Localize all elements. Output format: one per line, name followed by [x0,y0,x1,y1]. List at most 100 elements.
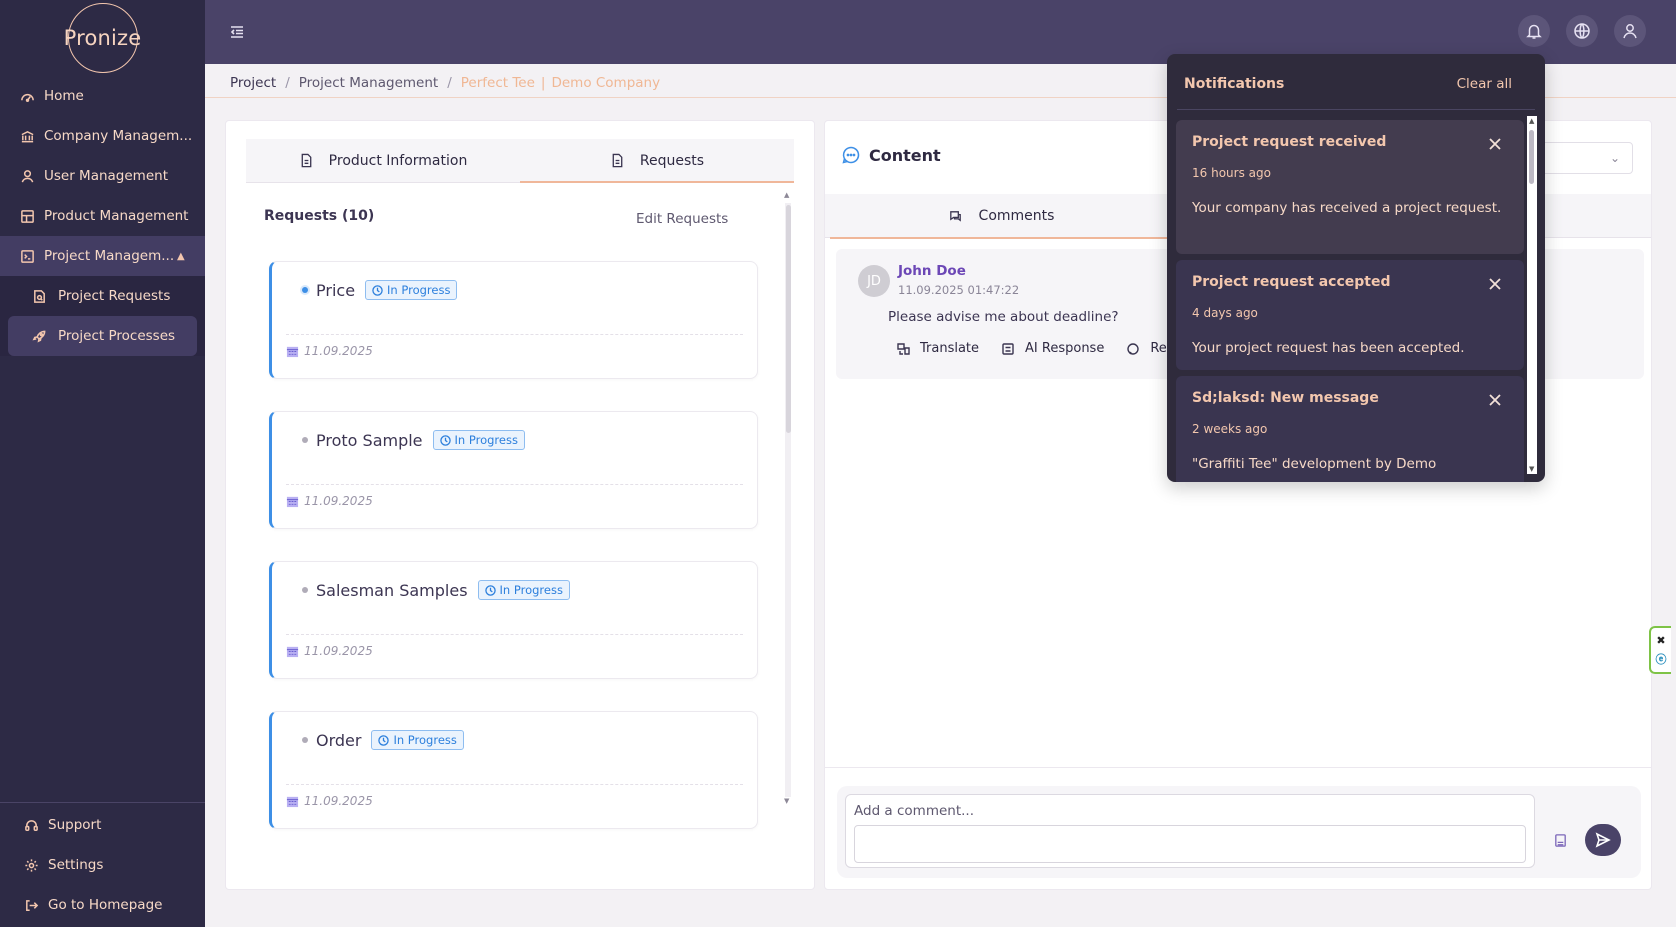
request-card[interactable]: Price In Progress 11.09.2025 [269,261,758,379]
clear-all-button[interactable]: Clear all [1457,76,1512,92]
request-title-row: Price In Progress [302,280,458,300]
grid-icon [20,209,35,224]
profile-button[interactable] [1614,15,1646,47]
edit-requests-button[interactable]: Edit Requests [636,211,728,227]
translate-button[interactable]: Translate [896,341,979,356]
scroll-up-arrow[interactable]: ▲ [1529,117,1534,125]
notifications-divider [1177,109,1535,110]
sidebar-item-user-management[interactable]: User Management [0,156,205,196]
menu-toggle-button[interactable] [227,22,247,42]
logo[interactable]: Pronize [0,0,205,76]
close-icon[interactable] [1488,276,1504,292]
sidebar-item-label: User Management [44,168,168,184]
terminal-icon [20,249,35,264]
sidebar-item-home[interactable]: Home [0,76,205,116]
calendar-icon [286,796,299,807]
tab-comments[interactable]: Comments [830,194,1172,239]
status-label: In Progress [387,283,451,297]
notification-body: Your company has received a project requ… [1192,200,1502,216]
card-divider [286,784,743,785]
breadcrumb-project-management[interactable]: Project Management [299,75,438,91]
tab-requests[interactable]: Requests [520,139,794,183]
clock-icon [439,434,451,446]
scroll-down-arrow[interactable]: ▼ [1529,465,1534,473]
sidebar-item-go-to-homepage[interactable]: Go to Homepage [0,885,205,925]
gear-icon [24,858,39,873]
calendar-icon [286,346,299,357]
action-label: Re [1150,341,1167,356]
close-circle-icon[interactable]: ✖ [1656,634,1665,647]
sidebar-item-project-requests[interactable]: Project Requests [8,276,197,316]
scroll-thumb[interactable] [1529,130,1534,184]
tab-label: Product Information [328,152,468,169]
chevron-up-icon[interactable]: ▲ [177,251,189,262]
breadcrumb-company: Demo Company [551,75,661,91]
comment-timestamp: 11.09.2025 01:47:22 [898,283,1020,297]
bell-icon [1526,24,1542,39]
reply-button[interactable]: Re [1126,341,1167,356]
breadcrumb-project[interactable]: Project [230,75,276,91]
sidebar-item-product-management[interactable]: Product Management [0,196,205,236]
scroll-thumb[interactable] [786,205,791,433]
tab-product-information[interactable]: Product Information [246,139,520,182]
request-date: 11.09.2025 [286,644,373,658]
dashboard-icon [20,89,35,104]
comment-author[interactable]: John Doe [898,263,966,279]
reply-icon [1127,342,1140,355]
notification-item[interactable]: Sd;laksd: New message 2 weeks ago "Graff… [1176,376,1524,482]
sidebar-footer: Support Settings Go to Homepage [0,802,205,927]
card-divider [286,484,743,485]
close-icon[interactable] [1488,136,1504,152]
close-icon[interactable] [1488,392,1504,408]
sidebar-item-company-management[interactable]: Company Managem... [0,116,205,156]
date-label: 11.09.2025 [304,794,373,808]
request-card[interactable]: Proto Sample In Progress 11.09.2025 [269,411,758,529]
translate-icon [897,342,910,355]
sidebar-nav: Home Company Managem... User Management … [0,76,205,356]
request-title-row: Proto Sample In Progress [302,430,525,450]
bank-icon [20,129,35,144]
breadcrumb-separator: / [447,75,452,91]
template-button[interactable] [1548,828,1572,852]
scroll-up-arrow[interactable]: ▲ [784,191,789,199]
sidebar-item-label: Home [44,88,84,104]
requests-list: Requests (10) Edit Requests Price In Pro… [246,193,802,883]
composer-box: Add a comment... [837,786,1641,878]
sidebar-item-label: Settings [48,857,104,873]
rocket-icon [32,329,47,344]
notifications-dropdown: Notifications Clear all Project request … [1167,54,1545,482]
request-card[interactable]: Salesman Samples In Progress 11.09.2025 [269,561,758,679]
sidebar-item-project-processes[interactable]: Project Processes [8,316,197,356]
notifications-scrollbar[interactable]: ▲ ▼ [1527,116,1537,474]
extension-widget[interactable]: ✖ ⓔ [1649,626,1671,674]
notifications-button[interactable] [1518,15,1550,47]
requests-scrollbar[interactable]: ▲ ▼ [783,191,793,809]
request-card[interactable]: Order In Progress 11.09.2025 [269,711,758,829]
action-label: Translate [920,341,980,356]
document-icon [301,153,312,168]
extension-logo-icon[interactable]: ⓔ [1656,653,1667,666]
scroll-down-arrow[interactable]: ▼ [784,797,789,805]
sidebar-item-label: Support [48,817,102,833]
status-badge: In Progress [365,280,458,300]
request-title-row: Order In Progress [302,730,464,750]
logout-icon [24,898,39,913]
inactive-dot [302,437,308,443]
send-icon [1595,832,1611,848]
comment-input[interactable] [854,825,1526,863]
clock-icon [484,584,496,596]
date-label: 11.09.2025 [304,344,373,358]
comments-icon [949,210,961,222]
globe-icon [1574,23,1590,39]
send-button[interactable] [1585,824,1621,856]
ai-response-button[interactable]: AI Response [1001,341,1104,356]
calendar-icon [286,496,299,507]
sidebar-item-settings[interactable]: Settings [0,845,205,885]
notification-item[interactable]: Project request received 16 hours ago Yo… [1176,120,1524,254]
sidebar-item-support[interactable]: Support [0,805,205,845]
language-button[interactable] [1566,15,1598,47]
template-icon [1554,833,1566,847]
sidebar-item-project-management[interactable]: Project Managem... ▲ [0,236,205,276]
notification-title: Sd;laksd: New message [1192,390,1379,406]
notification-item[interactable]: Project request accepted 4 days ago Your… [1176,260,1524,370]
